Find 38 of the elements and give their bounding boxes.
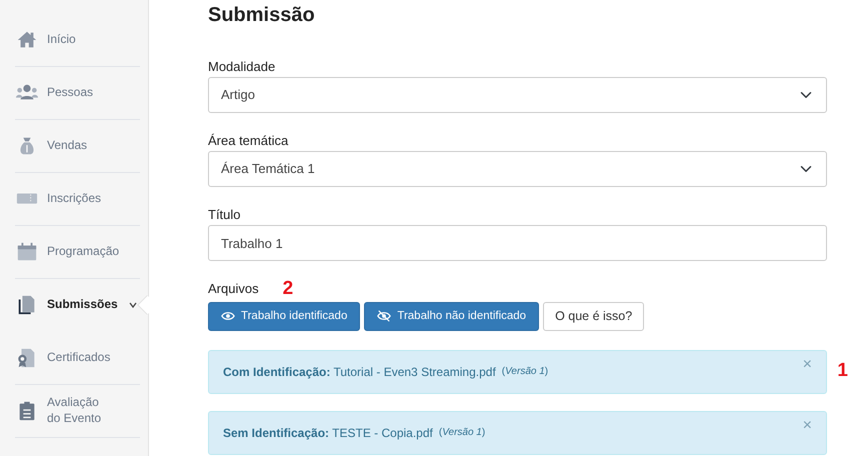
section-label: Arquivos — [208, 280, 259, 298]
field-label: Área temática — [208, 132, 288, 150]
annotation-number: 2 — [282, 279, 294, 298]
sidebar-item[interactable]: Submissões — [15, 279, 140, 332]
file-button[interactable]: Trabalho identificado — [208, 302, 360, 331]
sidebar-item[interactable]: Vendas — [15, 120, 140, 173]
alert-text: Com Identificação: Tutorial - Even3 Streaming.pdf — [223, 364, 496, 381]
chevron-icon[interactable] — [128, 300, 138, 310]
sidebar-label: Avaliação do Evento — [47, 395, 102, 427]
close-button[interactable]: × — [802, 418, 812, 434]
text-field[interactable]: Trabalho 1 — [208, 225, 827, 261]
close-button[interactable]: × — [802, 356, 812, 373]
page-title: Submissão — [208, 3, 316, 27]
field-label: Modalidade — [208, 58, 276, 76]
select-field[interactable]: Artigo — [208, 77, 827, 113]
sidebar-label: Vendas — [47, 138, 88, 154]
sidebar-item[interactable]: Inscrições — [15, 173, 140, 226]
select-field[interactable]: Área Temática 1 — [208, 151, 827, 187]
sidebar-label: Pessoas — [47, 85, 94, 101]
version-text: (Versão 1) — [502, 365, 548, 380]
calendar-icon — [15, 241, 39, 263]
sidebar-item[interactable]: Avaliação do Evento — [15, 385, 140, 438]
help-button[interactable]: O que é isso? — [543, 302, 644, 331]
eye-slash-icon — [377, 309, 392, 324]
sidebar-label: Programação — [47, 244, 120, 260]
sidebar-label: Submissões — [47, 297, 118, 313]
annotation-number: 1 — [837, 360, 848, 380]
sidebar-label: Certificados — [47, 350, 110, 366]
file-button[interactable]: Trabalho não identificado — [364, 302, 540, 331]
sidebar-item[interactable]: Certificados — [15, 332, 140, 385]
sidebar-label: Inscrições — [47, 191, 102, 207]
sidebar-item[interactable]: Pessoas — [15, 67, 140, 120]
alert-text: Sem Identificação: TESTE - Copia.pdf — [223, 424, 433, 442]
field-label: Título — [208, 206, 241, 224]
version-text: (Versão 1) — [438, 426, 486, 440]
sidebar-label: Início — [47, 32, 76, 48]
sidebar-item[interactable]: Início — [15, 14, 140, 67]
sidebar-item[interactable]: Programação — [15, 226, 140, 279]
